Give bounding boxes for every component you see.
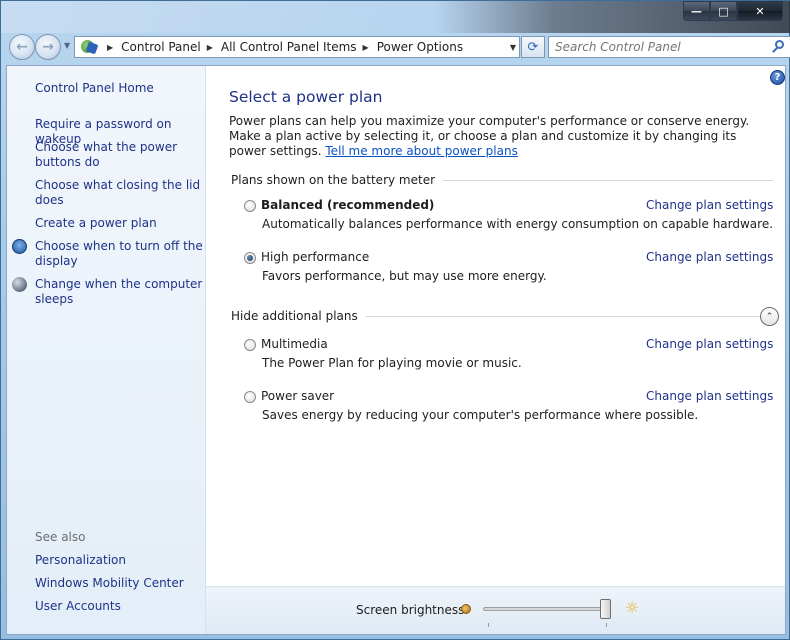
brightness-sun-icon: ☼ [624,598,640,617]
plan-radio[interactable] [244,252,256,264]
help-icon[interactable]: ? [770,70,785,85]
breadcrumb-control-panel[interactable]: Control Panel [121,40,201,54]
breadcrumb-power-options[interactable]: Power Options [377,40,463,54]
chevron-right-icon[interactable]: ▶ [207,43,213,52]
plan-name[interactable]: Balanced (recommended) [261,198,434,212]
slider-tick [488,623,489,627]
power-options-icon [79,38,101,56]
task-pane: Control Panel Home Require a password on… [7,66,206,634]
search-input[interactable] [555,40,760,54]
chevron-right-icon[interactable]: ▶ [107,43,113,52]
plan-description: Automatically balances performance with … [262,217,774,231]
screen-brightness-label: Screen brightness: [356,603,469,617]
sidebar-personalization[interactable]: Personalization [35,553,203,568]
change-plan-settings-link[interactable]: Change plan settings [646,389,773,403]
plan-name[interactable]: Power saver [261,389,334,403]
close-button[interactable]: ✕ [737,1,783,21]
sidebar-control-panel-home[interactable]: Control Panel Home [35,81,203,96]
display-icon [12,239,27,254]
window-frame: — □ ✕ ← → ▼ ▶ Control Panel ▶ All Contro… [0,0,790,640]
breadcrumb-all-items[interactable]: All Control Panel Items [221,40,357,54]
additional-plans-group: Hide additional plans [231,308,773,324]
divider [443,179,773,181]
address-dropdown-icon[interactable]: ▼ [510,43,516,52]
title-bar [1,1,790,33]
forward-button[interactable]: → [35,34,61,60]
hide-additional-plans-label[interactable]: Hide additional plans [231,309,366,323]
chevron-right-icon[interactable]: ▶ [363,43,369,52]
tell-me-more-link[interactable]: Tell me more about power plans [325,144,517,158]
see-also-heading: See also [35,530,86,544]
sleep-moon-icon [12,277,27,292]
brightness-slider-track[interactable] [483,607,611,611]
sidebar-mobility-center[interactable]: Windows Mobility Center [35,576,203,591]
caption-buttons: — □ ✕ [683,1,783,22]
brightness-dim-icon [461,604,471,614]
brightness-bar: Screen brightness: ☼ [206,586,785,634]
sidebar-closing-lid[interactable]: Choose what closing the lid does [35,178,203,208]
main-content: ? Select a power plan Power plans can he… [206,66,785,586]
sidebar-computer-sleeps[interactable]: Change when the computer sleeps [35,277,203,307]
sidebar-turn-off-display[interactable]: Choose when to turn off the display [35,239,203,269]
divider [365,315,773,317]
plan-radio[interactable] [244,391,256,403]
battery-plans-group: Plans shown on the battery meter [231,172,773,188]
intro-text: Power plans can help you maximize your c… [229,114,769,159]
slider-tick [606,623,607,627]
battery-plans-label: Plans shown on the battery meter [231,173,436,187]
change-plan-settings-link[interactable]: Change plan settings [646,198,773,212]
search-box[interactable] [548,36,790,58]
brightness-slider-thumb[interactable] [600,599,611,619]
page-title: Select a power plan [229,88,383,106]
sidebar-user-accounts[interactable]: User Accounts [35,599,203,614]
back-button[interactable]: ← [9,34,35,60]
recent-pages-dropdown-icon[interactable]: ▼ [64,41,70,50]
address-bar[interactable]: ▶ Control Panel ▶ All Control Panel Item… [74,36,520,58]
plan-name[interactable]: High performance [261,250,369,264]
change-plan-settings-link[interactable]: Change plan settings [646,337,773,351]
client-area: Control Panel Home Require a password on… [6,65,786,635]
refresh-button[interactable]: ⟳ [521,36,545,58]
change-plan-settings-link[interactable]: Change plan settings [646,250,773,264]
plan-name[interactable]: Multimedia [261,337,328,351]
plan-description: Saves energy by reducing your computer's… [262,408,699,422]
plan-description: The Power Plan for playing movie or musi… [262,356,522,370]
sidebar-power-buttons[interactable]: Choose what the power buttons do [35,140,203,170]
minimize-button[interactable]: — [683,1,710,21]
collapse-chevron-icon[interactable]: ⌃ [760,307,779,326]
sidebar-create-plan[interactable]: Create a power plan [35,216,203,231]
navigation-bar: ← → ▼ ▶ Control Panel ▶ All Control Pane… [7,34,790,60]
maximize-button[interactable]: □ [710,1,737,21]
plan-radio[interactable] [244,200,256,212]
plan-radio[interactable] [244,339,256,351]
search-icon[interactable] [772,40,786,54]
plan-description: Favors performance, but may use more ene… [262,269,547,283]
